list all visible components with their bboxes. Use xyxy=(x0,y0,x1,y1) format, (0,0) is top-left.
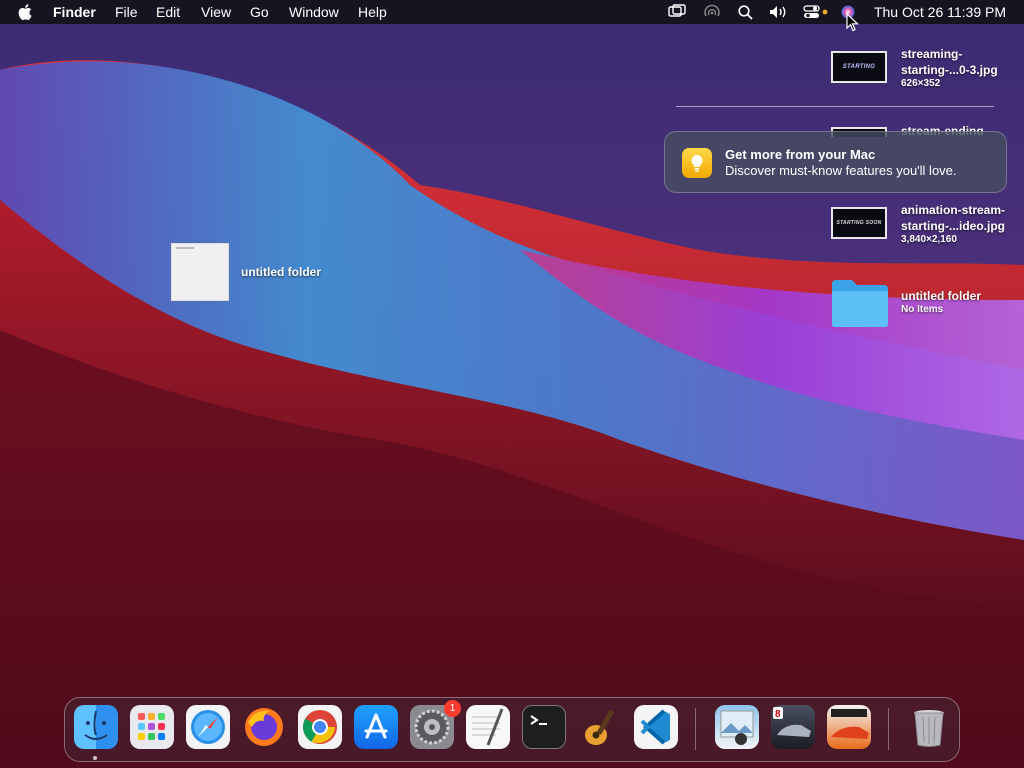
dock-terminal-icon[interactable] xyxy=(522,705,566,749)
menu-bar: Finder File Edit View Go Window Help Thu… xyxy=(0,0,1024,24)
stack-item-line2: starting-...0-3.jpg xyxy=(901,63,998,77)
stack-item-streaming-starting[interactable]: streaming- starting-...0-3.jpg 626×352 xyxy=(901,46,998,89)
dock: 1 8 xyxy=(64,697,960,762)
dock-vscode-icon[interactable] xyxy=(634,705,678,749)
dock-asphalt-9-icon[interactable] xyxy=(827,705,871,749)
screen-mirroring-icon[interactable] xyxy=(668,4,686,20)
stack-item-meta: 3,840×2,160 xyxy=(901,234,957,245)
stack-item-untitled-folder[interactable]: untitled folder No Items xyxy=(901,288,981,315)
dock-separator xyxy=(695,708,696,750)
menu-view[interactable]: View xyxy=(201,4,231,20)
menu-finder[interactable]: Finder xyxy=(53,4,96,20)
svg-text:8: 8 xyxy=(775,709,781,720)
notification-badge: 1 xyxy=(444,700,461,717)
dock-firefox-icon[interactable] xyxy=(242,705,286,749)
thumbnail-text: STARTING SOON xyxy=(836,220,882,226)
stack-item-meta: 626×352 xyxy=(901,78,941,89)
dock-finder-icon[interactable] xyxy=(74,705,118,749)
dock-chrome-icon[interactable] xyxy=(298,705,342,749)
dock-asphalt-8-icon[interactable]: 8 xyxy=(771,705,815,749)
stack-item-animation-stream[interactable]: animation-stream- starting-...ideo.jpg 3… xyxy=(901,202,1005,245)
airdrop-icon[interactable] xyxy=(703,4,721,20)
stack-item-line1: streaming- xyxy=(901,47,963,61)
dock-app-store-icon[interactable] xyxy=(354,705,398,749)
dock-separator xyxy=(888,708,889,750)
menu-go[interactable]: Go xyxy=(250,4,269,20)
folder-icon[interactable] xyxy=(830,278,890,328)
notification-body: Discover must-know features you'll love. xyxy=(725,163,957,178)
stack-item-thumbnail[interactable]: STARTING xyxy=(831,51,887,83)
dock-textedit-icon[interactable] xyxy=(466,705,510,749)
stack-item-meta: No Items xyxy=(901,304,944,315)
thumbnail-text: STARTING xyxy=(842,64,876,70)
notification-banner[interactable]: Get more from your Mac Discover must-kno… xyxy=(664,131,1007,193)
stack-item-line2: starting-...ideo.jpg xyxy=(901,219,1005,233)
dock-trash-icon[interactable] xyxy=(907,705,951,749)
notification-title: Get more from your Mac xyxy=(725,147,876,162)
lightbulb-icon xyxy=(682,148,712,178)
dock-garageband-icon[interactable] xyxy=(578,705,622,749)
menu-edit[interactable]: Edit xyxy=(156,4,180,20)
control-center-icon[interactable] xyxy=(803,4,829,20)
menu-help[interactable]: Help xyxy=(358,4,387,20)
spotlight-search-icon[interactable] xyxy=(737,4,755,20)
menu-window[interactable]: Window xyxy=(289,4,339,20)
menu-file[interactable]: File xyxy=(115,4,138,20)
desktop-untitled-folder[interactable]: untitled folder xyxy=(171,243,321,301)
menu-clock[interactable]: Thu Oct 26 11:39 PM xyxy=(874,4,1006,20)
mouse-cursor-icon xyxy=(846,13,859,32)
dock-launchpad-icon[interactable] xyxy=(130,705,174,749)
volume-icon[interactable] xyxy=(768,4,790,20)
document-thumbnail-icon xyxy=(171,243,229,301)
stack-item-thumbnail[interactable]: STARTING SOON xyxy=(831,207,887,239)
dock-system-preferences-icon[interactable]: 1 xyxy=(410,700,461,749)
desktop-folder-label: untitled folder xyxy=(241,265,321,279)
stack-item-line1: untitled folder xyxy=(901,289,981,303)
dock-safari-icon[interactable] xyxy=(186,705,230,749)
apple-menu-icon[interactable] xyxy=(18,3,34,21)
stack-item-line1: animation-stream- xyxy=(901,203,1006,217)
dock-preview-icon[interactable] xyxy=(715,705,759,749)
stack-divider xyxy=(676,106,994,107)
desktop-wallpaper xyxy=(0,0,1024,768)
running-indicator xyxy=(93,756,97,760)
